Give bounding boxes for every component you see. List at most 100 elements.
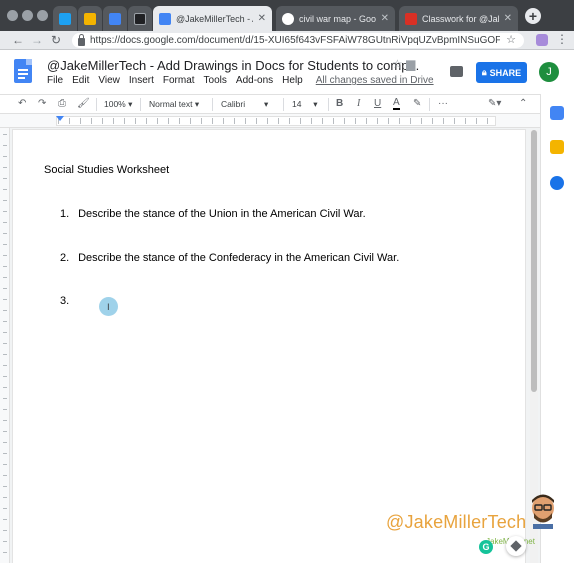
grammarly-icon[interactable]: G xyxy=(479,540,493,554)
keep-icon[interactable] xyxy=(550,140,564,154)
watermark-handle: @JakeMillerTech xyxy=(386,512,527,532)
undo-icon[interactable]: ↶ xyxy=(18,98,26,109)
menu-edit[interactable]: Edit xyxy=(72,75,89,86)
style-select[interactable]: Normal text ▾ xyxy=(149,99,199,110)
print-icon[interactable]: ⎙ xyxy=(58,98,66,109)
calendar-icon[interactable] xyxy=(550,106,564,120)
keep-icon xyxy=(84,12,96,25)
pinned-tab-twitter[interactable] xyxy=(53,6,77,31)
save-status[interactable]: All changes saved in Drive xyxy=(316,75,434,86)
back-arrow-icon[interactable]: ← xyxy=(12,33,24,47)
zoom-select[interactable]: 100% ▾ xyxy=(104,99,132,110)
share-button[interactable]: 🔒︎ SHARE xyxy=(476,62,527,83)
menu-view[interactable]: View xyxy=(98,75,120,86)
menu-insert[interactable]: Insert xyxy=(129,75,154,86)
extension-icon[interactable] xyxy=(536,34,548,46)
editing-mode-icon[interactable]: ✎▾ xyxy=(488,98,501,109)
menu-format[interactable]: Format xyxy=(163,75,195,86)
avatar[interactable]: J xyxy=(539,62,559,82)
browser-tab-strip: @JakeMillerTech - Add ✕ civil war map - … xyxy=(0,0,574,31)
menu-tools[interactable]: Tools xyxy=(204,75,227,86)
docs-icon xyxy=(159,12,171,25)
forward-arrow-icon[interactable]: → xyxy=(31,33,43,47)
google-icon xyxy=(282,12,294,25)
question-text: Describe the stance of the Confederacy i… xyxy=(78,252,400,264)
url-input[interactable]: https://docs.google.com/document/d/15-XU… xyxy=(72,33,524,48)
font-size-value: 14 xyxy=(292,99,302,109)
docs-logo-icon[interactable] xyxy=(14,59,32,83)
explore-button[interactable] xyxy=(506,536,526,556)
tab-docs-active[interactable]: @JakeMillerTech - Add ✕ xyxy=(153,6,272,31)
question-number: 3. xyxy=(60,295,70,307)
reload-icon[interactable]: ↻ xyxy=(51,33,61,47)
bookmark-star-icon[interactable]: ☆ xyxy=(506,33,516,46)
font-value: Calibri xyxy=(221,99,246,109)
tab-icon xyxy=(134,12,146,25)
mascot-avatar-icon xyxy=(532,494,554,529)
paint-format-icon[interactable]: 🖌︎ xyxy=(77,98,90,109)
text-color-button[interactable]: A xyxy=(393,98,400,110)
comment-history-icon[interactable] xyxy=(450,66,463,77)
lock-icon: 🔒︎ xyxy=(481,67,487,77)
close-icon[interactable]: ✕ xyxy=(504,13,512,24)
text-cursor-icon: Ⅰ xyxy=(107,302,110,312)
star-icon[interactable]: ☆ xyxy=(392,57,403,71)
address-bar-row: ← → ↻ https://docs.google.com/document/d… xyxy=(0,31,574,50)
question-number: 2. xyxy=(60,252,70,264)
lock-icon xyxy=(78,33,85,46)
pinned-tab-keep[interactable] xyxy=(78,6,102,31)
question-item[interactable]: 3. xyxy=(60,295,75,307)
folder-icon[interactable]: ▆ xyxy=(406,57,415,71)
tab-label: civil war map - Google xyxy=(299,13,376,24)
tab-label: Classwork for @JakeM xyxy=(422,13,499,24)
url-text: https://docs.google.com/document/d/15-XU… xyxy=(90,35,500,46)
close-icon[interactable]: ✕ xyxy=(258,13,266,24)
vertical-ruler xyxy=(0,128,10,563)
formatting-toolbar: ↶ ↷ ⎙ 🖌︎ 100% ▾ Normal text ▾ Calibri ▾ … xyxy=(0,94,540,114)
new-tab-button[interactable]: + xyxy=(525,8,541,24)
question-item[interactable]: 1. Describe the stance of the Union in t… xyxy=(60,208,366,220)
italic-button[interactable]: I xyxy=(357,98,360,109)
collapse-chevron-icon[interactable]: ⌃ xyxy=(519,98,527,109)
indent-marker-icon[interactable] xyxy=(56,116,64,121)
zoom-value: 100% xyxy=(104,99,126,109)
menu-file[interactable]: File xyxy=(47,75,63,86)
browser-menu-icon[interactable]: ⋮ xyxy=(556,32,568,46)
menu-bar: File Edit View Insert Format Tools Add-o… xyxy=(47,75,434,86)
calendar-icon xyxy=(109,12,121,25)
style-value: Normal text xyxy=(149,99,193,109)
share-label: SHARE xyxy=(489,67,522,78)
font-size-select[interactable]: 14 ▾ xyxy=(292,99,318,110)
underline-button[interactable]: U xyxy=(374,98,381,109)
pinned-tab-other[interactable] xyxy=(128,6,152,31)
window-close-button[interactable] xyxy=(7,10,18,21)
tab-label: @JakeMillerTech - Add xyxy=(176,13,253,24)
tab-google-search[interactable]: civil war map - Google ✕ xyxy=(276,6,395,31)
scrollbar-thumb[interactable] xyxy=(531,130,537,392)
classroom-icon xyxy=(405,12,417,25)
twitter-icon xyxy=(59,12,71,25)
question-text: Describe the stance of the Union in the … xyxy=(78,208,366,220)
tab-classroom[interactable]: Classwork for @JakeM ✕ xyxy=(399,6,518,31)
document-page[interactable]: Social Studies Worksheet 1. Describe the… xyxy=(13,130,525,563)
bold-button[interactable]: B xyxy=(336,98,343,109)
more-options-button[interactable]: ··· xyxy=(438,98,448,109)
font-select[interactable]: Calibri ▾ xyxy=(221,99,268,110)
worksheet-heading[interactable]: Social Studies Worksheet xyxy=(44,164,169,176)
window-minimize-button[interactable] xyxy=(22,10,33,21)
star-folder-icons[interactable]: ☆ ▆ xyxy=(392,57,415,71)
question-item[interactable]: 2. Describe the stance of the Confederac… xyxy=(60,252,399,264)
window-maximize-button[interactable] xyxy=(37,10,48,21)
highlight-pen-icon[interactable]: ✎ xyxy=(413,98,421,109)
close-icon[interactable]: ✕ xyxy=(381,13,389,24)
question-number: 1. xyxy=(60,208,70,220)
pinned-tab-calendar[interactable] xyxy=(103,6,127,31)
menu-help[interactable]: Help xyxy=(282,75,303,86)
docs-header: @JakeMillerTech - Add Drawings in Docs f… xyxy=(0,51,574,93)
horizontal-ruler xyxy=(0,114,540,128)
tasks-icon[interactable] xyxy=(550,176,564,190)
document-canvas: Social Studies Worksheet 1. Describe the… xyxy=(0,128,540,563)
redo-icon[interactable]: ↷ xyxy=(38,98,46,109)
menu-addons[interactable]: Add-ons xyxy=(236,75,273,86)
document-title[interactable]: @JakeMillerTech - Add Drawings in Docs f… xyxy=(47,58,419,73)
